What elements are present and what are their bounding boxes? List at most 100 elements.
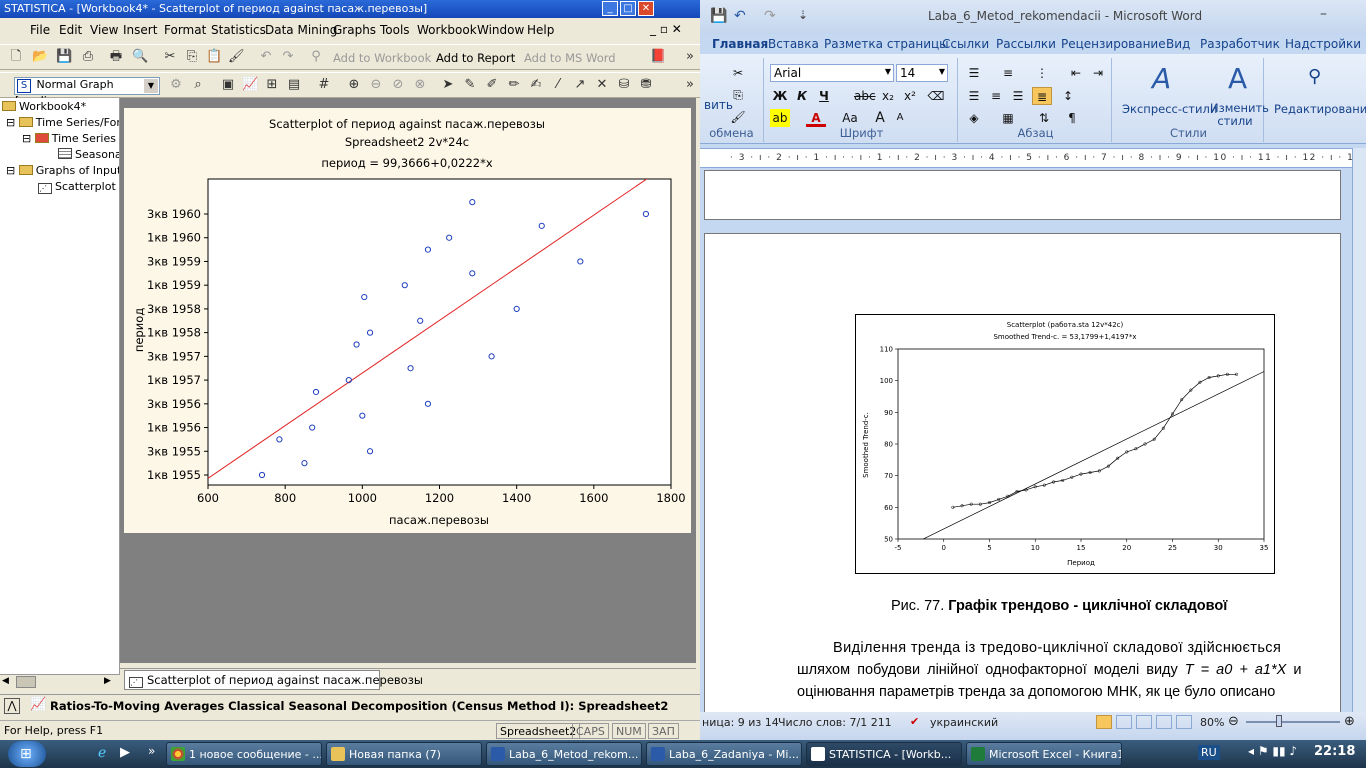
word-save-icon[interactable]: 💾 bbox=[710, 8, 727, 24]
tree-node-workbook[interactable]: Workbook4* bbox=[2, 100, 86, 113]
reset-zoom-icon[interactable]: ⊗ bbox=[412, 77, 428, 93]
start-button[interactable]: ⊞ bbox=[8, 741, 46, 767]
status-word-count[interactable]: Число слов: 7/1 211 bbox=[778, 716, 892, 729]
task-word-1[interactable]: Laba_6_Metod_rekom... bbox=[486, 742, 642, 766]
outline-view-icon[interactable] bbox=[1156, 715, 1172, 729]
media-icon[interactable]: ▶ bbox=[120, 745, 130, 760]
add-to-msword-button[interactable]: Add to MS Word bbox=[524, 51, 616, 65]
scatterplot-graph[interactable]: Scatterplot of период against пасаж.пере… bbox=[124, 108, 691, 533]
tree-scrollbar[interactable]: ◀ ▶ bbox=[0, 674, 120, 690]
quick-access-menu-icon[interactable]: ⇣ bbox=[798, 8, 808, 22]
align-left-icon[interactable]: ☰ bbox=[964, 87, 984, 105]
tree-node-seasonal[interactable]: Seasona bbox=[58, 148, 119, 161]
font-size-select[interactable]: 14 ▼ bbox=[896, 64, 948, 82]
increase-indent-icon[interactable]: ⇥ bbox=[1088, 64, 1108, 82]
tab-addins[interactable]: Надстройки bbox=[1285, 37, 1361, 51]
tab-scatterplot[interactable]: ⋰ Scatterplot of период against пасаж.пер… bbox=[124, 670, 423, 690]
italic-button[interactable]: К bbox=[792, 87, 812, 105]
more-icon-2[interactable]: » bbox=[682, 77, 698, 93]
arrow-tool-icon[interactable]: ↗ bbox=[572, 77, 588, 93]
save-icon[interactable]: 💾 bbox=[56, 49, 72, 65]
copy-icon[interactable]: ⎘ bbox=[728, 86, 748, 104]
subscript-button[interactable]: x₂ bbox=[878, 87, 898, 105]
status-language[interactable]: украинский bbox=[930, 716, 998, 729]
print-layout-view-icon[interactable] bbox=[1096, 715, 1112, 729]
chart-icon[interactable]: 📈 bbox=[242, 77, 258, 93]
menu-workbook[interactable]: Workbook bbox=[417, 23, 477, 37]
grid-icon[interactable]: # bbox=[316, 77, 332, 93]
bullets-icon[interactable]: ☰ bbox=[964, 64, 984, 82]
tab-review[interactable]: Рецензирование bbox=[1061, 37, 1166, 51]
report-title[interactable]: Ratios-To-Moving Averages Classical Seas… bbox=[50, 699, 668, 713]
fullscreen-view-icon[interactable] bbox=[1116, 715, 1132, 729]
shading-icon[interactable]: ◈ bbox=[964, 109, 984, 127]
minimize-button[interactable]: _ bbox=[602, 1, 618, 16]
tab-page-layout[interactable]: Разметка страницы bbox=[824, 37, 949, 51]
tree-node-scatterplot[interactable]: ⋰ Scatterplot o bbox=[38, 180, 119, 194]
tree-node-graphs-of-input[interactable]: ⊟ Graphs of Input bbox=[6, 164, 119, 177]
menu-graphs[interactable]: Graphs bbox=[333, 23, 376, 37]
cross-tool-icon[interactable]: ✕ bbox=[594, 77, 610, 93]
format-painter-icon[interactable]: 🖌 bbox=[728, 108, 748, 126]
line-spacing-icon[interactable]: ↕ bbox=[1058, 87, 1078, 105]
change-styles-button[interactable]: Изменить стили bbox=[1210, 102, 1269, 128]
undo-icon[interactable]: ↶ bbox=[258, 49, 274, 65]
overflow-icon[interactable]: » bbox=[148, 744, 155, 758]
express-styles-button[interactable]: Экспресс-стили bbox=[1122, 102, 1217, 116]
borders-icon[interactable]: ▦ bbox=[998, 109, 1018, 127]
tab-references[interactable]: Ссылки bbox=[942, 37, 989, 51]
draw-icon[interactable]: ✐ bbox=[484, 77, 500, 93]
align-center-icon[interactable]: ≡ bbox=[986, 87, 1006, 105]
edit-icon[interactable]: ✏ bbox=[506, 77, 522, 93]
zoom-out-icon[interactable]: ⊖ bbox=[1228, 714, 1239, 729]
scroll-thumb[interactable] bbox=[16, 676, 36, 688]
tab-developer[interactable]: Разработчик bbox=[1200, 37, 1280, 51]
spelling-icon[interactable]: ✔ bbox=[910, 715, 919, 728]
language-indicator[interactable]: RU bbox=[1198, 745, 1220, 760]
menu-tools[interactable]: Tools bbox=[380, 23, 410, 37]
print-icon[interactable]: 🖶 bbox=[108, 49, 124, 65]
multilevel-list-icon[interactable]: ⋮ bbox=[1032, 64, 1052, 82]
font-color-icon[interactable]: A bbox=[806, 109, 826, 127]
menu-format[interactable]: Format bbox=[164, 23, 206, 37]
brush-icon[interactable]: ✎ bbox=[462, 77, 478, 93]
book-icon[interactable]: 📕 bbox=[650, 49, 666, 65]
pan-icon[interactable]: ⊘ bbox=[390, 77, 406, 93]
task-folder[interactable]: Новая папка (7) bbox=[326, 742, 482, 766]
vertical-scrollbar[interactable] bbox=[1352, 148, 1366, 712]
superscript-button[interactable]: x² bbox=[900, 87, 920, 105]
clock[interactable]: 22:18 bbox=[1314, 744, 1355, 759]
zoom-icon[interactable]: ⌕ bbox=[190, 77, 206, 93]
numbering-icon[interactable]: ≡ bbox=[998, 64, 1018, 82]
tab-view[interactable]: Вид bbox=[1166, 37, 1190, 51]
zoom-slider[interactable] bbox=[1246, 721, 1340, 723]
embedded-figure[interactable]: Scatterplot (работа.sta 12v*42c) Smoothe… bbox=[855, 314, 1275, 574]
horizontal-ruler[interactable]: · 3 · ı · 2 · ı · 1 · ı · · ı · 1 · ı · … bbox=[700, 148, 1366, 168]
pencil-icon[interactable]: ✍ bbox=[528, 77, 544, 93]
change-case-button[interactable]: Aa bbox=[840, 109, 860, 127]
tray-icons[interactable]: ◂ ⚑ ▮▮ ♪ bbox=[1248, 744, 1297, 758]
zoom-in-icon[interactable]: ⊕ bbox=[1344, 714, 1355, 729]
zoom-in-icon[interactable]: ⊕ bbox=[346, 77, 362, 93]
document-page[interactable]: Scatterplot (работа.sta 12v*42c) Smoothe… bbox=[704, 233, 1341, 713]
draft-view-icon[interactable] bbox=[1176, 715, 1192, 729]
status-page-count[interactable]: ница: 9 из 14 bbox=[702, 716, 779, 729]
open-icon[interactable]: 📂 bbox=[32, 49, 48, 65]
web-view-icon[interactable] bbox=[1136, 715, 1152, 729]
task-word-2[interactable]: Laba_6_Zadaniya - Mi... bbox=[646, 742, 802, 766]
close-button[interactable]: ✕ bbox=[638, 1, 654, 16]
paint-icon[interactable]: ⛁ bbox=[616, 77, 632, 93]
tab-home[interactable]: Главная bbox=[712, 37, 768, 51]
preview-icon[interactable]: 🔍 bbox=[132, 49, 148, 65]
word-minimize-button[interactable]: – bbox=[1320, 6, 1327, 22]
task-excel[interactable]: Microsoft Excel - Книга1 bbox=[966, 742, 1122, 766]
layout-icon[interactable]: ▤ bbox=[286, 77, 302, 93]
menu-view[interactable]: View bbox=[90, 23, 118, 37]
justify-icon[interactable]: ≣ bbox=[1032, 87, 1052, 105]
zoom-slider-thumb[interactable] bbox=[1276, 715, 1282, 727]
pdf-icon[interactable]: ⎙ bbox=[80, 49, 96, 65]
lock-icon[interactable]: ⚙ bbox=[168, 77, 184, 93]
paste-icon[interactable]: 📋 bbox=[206, 49, 222, 65]
menu-statistics[interactable]: Statistics bbox=[211, 23, 266, 37]
shrink-font-button[interactable]: A bbox=[890, 109, 910, 127]
